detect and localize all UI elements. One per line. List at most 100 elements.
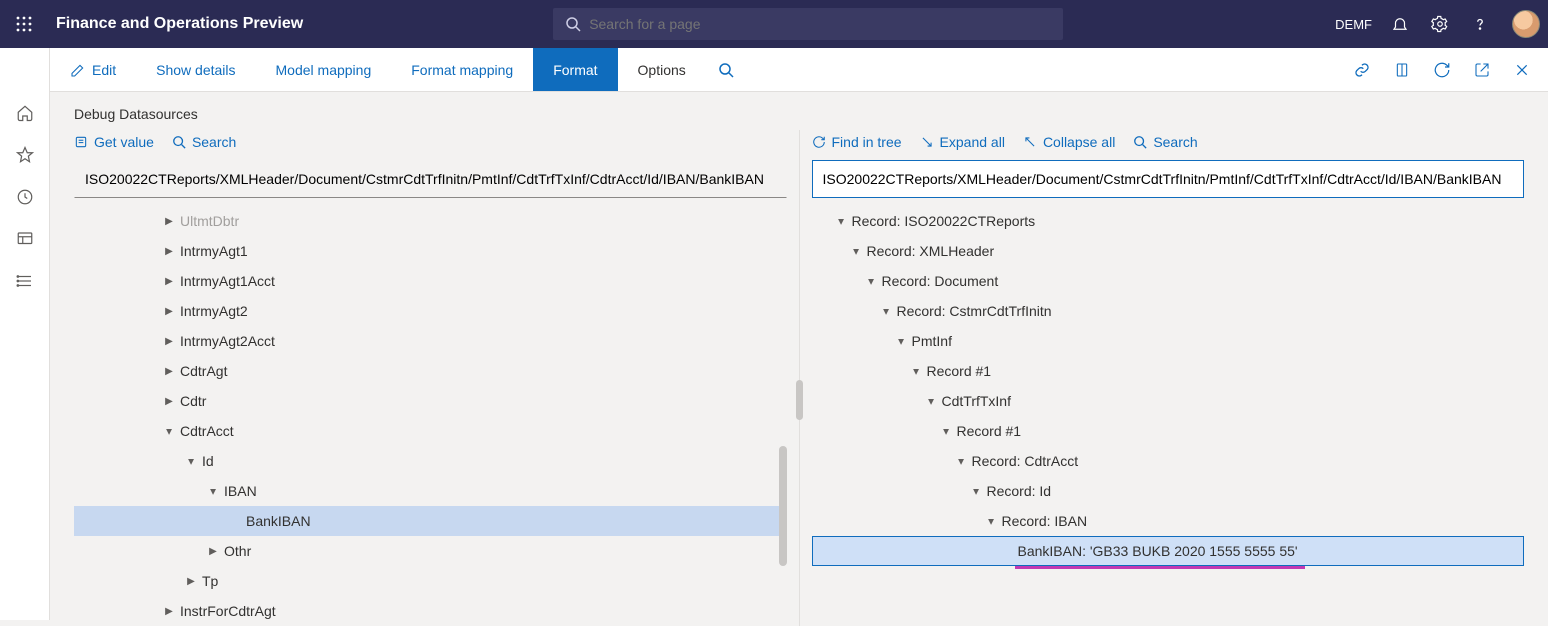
link-icon[interactable] [1344,52,1380,88]
model-mapping-button[interactable]: Model mapping [256,48,392,91]
splitter[interactable] [799,130,800,626]
tree-row[interactable]: ▶InstrForCdtrAgt [74,596,787,626]
tree-row[interactable]: ▶IntrmyAgt2Acct [74,326,787,356]
show-details-label: Show details [156,62,235,78]
chevron-right-icon[interactable]: ▶ [160,276,178,287]
chevron-right-icon[interactable]: ▶ [182,576,200,587]
rail-workspace-icon[interactable] [0,218,49,260]
tree-row[interactable]: ▲Record: IBAN [812,506,1525,536]
settings-icon[interactable] [1424,8,1456,40]
right-tree: ▲Record: ISO20022CTReports▲Record: XMLHe… [812,206,1525,569]
company-code[interactable]: DEMF [1335,17,1372,32]
chevron-down-icon[interactable]: ▲ [832,216,850,227]
tree-row[interactable]: ▲IBAN [74,476,787,506]
options-button[interactable]: Options [618,48,706,91]
tree-row[interactable]: ▶IntrmyAgt2 [74,296,787,326]
tree-label: BankIBAN [244,513,311,529]
collapse-icon [1023,135,1037,149]
tree-row[interactable]: ▲Record: CdtrAcct [812,446,1525,476]
format-button[interactable]: Format [533,48,617,91]
tree-row[interactable]: •BankIBAN: 'GB33 BUKB 2020 1555 5555 55' [812,536,1525,566]
search-icon [565,16,581,32]
tree-row[interactable]: ▶IntrmyAgt1Acct [74,266,787,296]
chevron-down-icon[interactable]: ▲ [862,276,880,287]
find-in-tree-label: Find in tree [832,134,902,150]
tree-label: Cdtr [178,393,206,409]
chevron-down-icon[interactable]: ▲ [204,486,222,497]
close-icon[interactable] [1504,52,1540,88]
blank-icon: • [998,546,1016,557]
edit-button[interactable]: Edit [50,48,136,91]
rail-recent-icon[interactable] [0,176,49,218]
find-in-tree-button[interactable]: Find in tree [812,134,902,150]
user-avatar[interactable] [1512,10,1540,38]
collapse-all-button[interactable]: Collapse all [1023,134,1115,150]
app-launcher-icon[interactable] [8,8,40,40]
tree-row[interactable]: ▲Record #1 [812,416,1525,446]
chevron-right-icon[interactable]: ▶ [160,396,178,407]
chevron-down-icon[interactable]: ▲ [967,486,985,497]
chevron-right-icon[interactable]: ▶ [160,306,178,317]
tree-row[interactable]: ▲Record #1 [812,356,1525,386]
format-mapping-button[interactable]: Format mapping [391,48,533,91]
chevron-down-icon[interactable]: ▲ [892,336,910,347]
scrollbar[interactable] [779,446,787,566]
get-value-button[interactable]: Get value [74,134,154,150]
chevron-right-icon[interactable]: ▶ [160,246,178,257]
left-panel: Get value Search ▶UltmtDbtr▶IntrmyAgt1▶I… [50,130,799,626]
chevron-down-icon[interactable]: ▲ [847,246,865,257]
tree-row[interactable]: ▲Record: Id [812,476,1525,506]
tree-row[interactable]: ▲PmtInf [812,326,1525,356]
right-search-button[interactable]: Search [1133,134,1197,150]
tree-row[interactable]: ▶IntrmyAgt1 [74,236,787,266]
tree-row[interactable]: ▶Othr [74,536,787,566]
get-value-label: Get value [94,134,154,150]
chevron-right-icon[interactable]: ▶ [160,366,178,377]
tree-row[interactable]: ▲CdtrAcct [74,416,787,446]
tree-row[interactable]: ▲Record: CstmrCdtTrfInitn [812,296,1525,326]
tree-row[interactable]: ▶CdtrAgt [74,356,787,386]
left-path-input[interactable] [74,160,787,198]
tree-row[interactable]: ▶Cdtr [74,386,787,416]
tree-label: IntrmyAgt1Acct [178,273,275,289]
tree-row[interactable]: ▶Tp [74,566,787,596]
chevron-down-icon[interactable]: ▲ [877,306,895,317]
refresh-icon[interactable] [1424,52,1460,88]
show-details-button[interactable]: Show details [136,48,255,91]
toolbar-search-button[interactable] [706,48,746,91]
rail-favorites-icon[interactable] [0,134,49,176]
popout-icon[interactable] [1464,52,1500,88]
tree-row[interactable]: ▲Record: ISO20022CTReports [812,206,1525,236]
chevron-down-icon[interactable]: ▲ [160,426,178,437]
chevron-down-icon[interactable]: ▲ [982,516,1000,527]
tree-row[interactable]: ▶UltmtDbtr [74,206,787,236]
tree-row[interactable]: ▲Id [74,446,787,476]
expand-all-button[interactable]: Expand all [920,134,1005,150]
tree-row[interactable]: ▲CdtTrfTxInf [812,386,1525,416]
chevron-down-icon[interactable]: ▲ [952,456,970,467]
tree-label: IBAN [222,483,257,499]
global-search-input[interactable] [589,16,1051,32]
rail-home-icon[interactable] [0,92,49,134]
chevron-right-icon[interactable]: ▶ [160,336,178,347]
chevron-down-icon[interactable]: ▲ [907,366,925,377]
help-icon[interactable] [1464,8,1496,40]
global-search[interactable] [553,8,1063,40]
drag-handle-icon[interactable] [796,380,803,420]
rail-modules-icon[interactable] [0,260,49,302]
refresh-icon [812,135,826,149]
chevron-right-icon[interactable]: ▶ [204,546,222,557]
chevron-down-icon[interactable]: ▲ [182,456,200,467]
edit-icon [70,62,86,78]
chevron-right-icon[interactable]: ▶ [160,216,178,227]
chevron-right-icon[interactable]: ▶ [160,606,178,617]
tree-row[interactable]: •BankIBAN [74,506,787,536]
tree-row[interactable]: ▲Record: Document [812,266,1525,296]
right-path-input[interactable] [812,160,1525,198]
notifications-icon[interactable] [1384,8,1416,40]
tree-row[interactable]: ▲Record: XMLHeader [812,236,1525,266]
left-search-button[interactable]: Search [172,134,236,150]
page-icon[interactable] [1384,52,1420,88]
chevron-down-icon[interactable]: ▲ [922,396,940,407]
chevron-down-icon[interactable]: ▲ [937,426,955,437]
